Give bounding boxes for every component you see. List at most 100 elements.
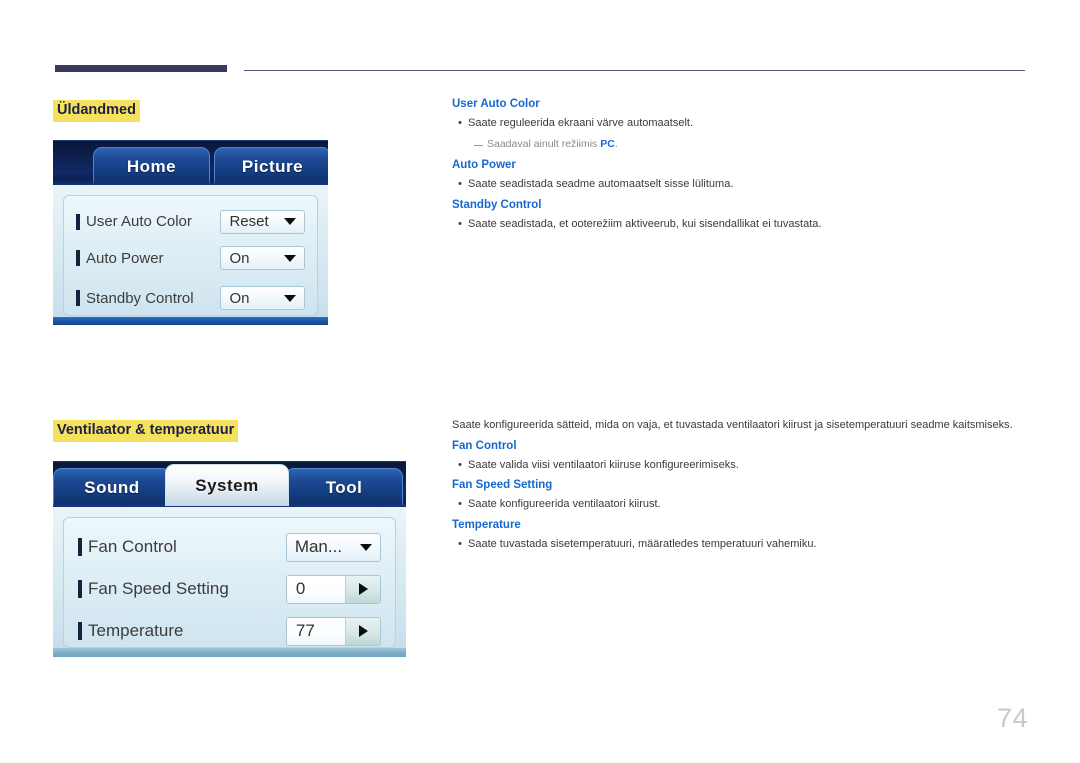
osd-screenshot-general: Home Picture User Auto Color Reset Auto …: [53, 140, 328, 325]
chevron-down-icon: [284, 218, 296, 225]
osd-row-label: User Auto Color: [76, 213, 220, 230]
osd-tab-picture[interactable]: Picture: [214, 147, 328, 185]
bullet-icon: •: [458, 217, 462, 230]
osd-body: User Auto Color Reset Auto Power On Stan…: [53, 185, 328, 325]
osd-combo-user-auto-color[interactable]: Reset: [220, 209, 305, 234]
desc-body-text: Saate valida viisi ventilaatori kiiruse …: [468, 458, 739, 471]
desc-body-temperature: • Saate tuvastada sisetemperatuuri, määr…: [452, 537, 1027, 552]
bullet-icon: •: [458, 178, 462, 191]
osd-tab-system[interactable]: System: [165, 464, 289, 506]
osd-footer-bar: [53, 317, 328, 325]
osd-row-marker-icon: [76, 213, 80, 230]
page-number: 74: [996, 703, 1028, 733]
osd-row-marker-icon: [78, 580, 82, 598]
bullet-icon: •: [458, 116, 462, 129]
chevron-down-icon: [284, 254, 296, 262]
desc-body-fan-speed-setting: • Saate konfigureerida ventilaatori kiir…: [452, 497, 1027, 512]
page-header-rule: [0, 0, 1080, 80]
desc-body-text: Saate seadistada seadme automaatselt sis…: [468, 178, 734, 191]
osd-combo-value: On: [229, 289, 250, 307]
desc-note-bold: PC: [600, 137, 615, 150]
desc-heading-fan-speed-setting: Fan Speed Setting: [452, 479, 553, 492]
osd-tab-tool[interactable]: Tool: [285, 468, 403, 506]
osd-row-label: Auto Power: [76, 250, 220, 267]
osd-tabbar: Sound System Tool: [53, 461, 406, 507]
osd-tab-system-label: System: [195, 475, 259, 495]
osd-row-fan-speed-setting[interactable]: Fan Speed Setting 0: [78, 568, 381, 610]
dash-icon: [474, 144, 483, 146]
osd-row-label-text: Fan Speed Setting: [88, 579, 229, 598]
osd-menu-list: Fan Control Man... Fan Speed Setting 0 T…: [63, 517, 396, 648]
desc-note-user-auto-color: Saadaval ainult režiimis PC.: [474, 138, 1027, 152]
osd-row-label: Standby Control: [76, 290, 220, 307]
osd-row-auto-power[interactable]: Auto Power On: [76, 238, 305, 278]
osd-combo-standby-control[interactable]: On: [220, 286, 305, 310]
osd-row-label-text: Temperature: [88, 621, 184, 640]
description-column-fan-temperature: Saate konfigureerida sätteid, mida on va…: [452, 418, 1027, 559]
desc-heading-fan-control: Fan Control: [452, 439, 517, 452]
desc-note-prefix: Saadaval ainult režiimis: [487, 137, 601, 150]
desc-body-user-auto-color: • Saate reguleerida ekraani värve automa…: [452, 116, 1027, 131]
osd-row-label: Temperature: [78, 621, 286, 641]
header-rule-thick-bar: [55, 65, 227, 72]
desc-body-text: Saate konfigureerida ventilaatori kiirus…: [468, 498, 661, 511]
osd-row-label: Fan Control: [78, 537, 286, 557]
osd-tab-picture-label: Picture: [241, 156, 304, 176]
osd-row-marker-icon: [78, 538, 82, 556]
desc-heading-user-auto-color: User Auto Color: [452, 98, 540, 110]
stepper-right-arrow-icon[interactable]: [345, 617, 380, 645]
osd-row-temperature[interactable]: Temperature 77: [78, 610, 381, 652]
osd-tabbar: Home Picture: [53, 140, 328, 185]
osd-tab-sound-label: Sound: [84, 477, 140, 497]
desc-body-text: Saate tuvastada sisetemperatuuri, määrat…: [468, 537, 817, 550]
osd-footer-bar: [53, 648, 406, 657]
osd-tab-home-label: Home: [126, 156, 177, 176]
osd-tab-sound[interactable]: Sound: [53, 468, 171, 506]
osd-combo-auto-power[interactable]: On: [220, 246, 305, 270]
osd-combo-value: On: [229, 249, 250, 267]
desc-body-fan-control: • Saate valida viisi ventilaatori kiirus…: [452, 458, 1027, 473]
osd-row-user-auto-color[interactable]: User Auto Color Reset: [76, 205, 305, 238]
stepper-right-arrow-icon[interactable]: [345, 575, 380, 603]
description-column-general: User Auto Color • Saate reguleerida ekra…: [452, 98, 1027, 239]
osd-row-label-text: Standby Control: [86, 289, 194, 307]
desc-heading-temperature: Temperature: [452, 519, 521, 532]
section-heading-general: Üldandmed: [53, 100, 140, 122]
osd-stepper-temperature[interactable]: 77: [285, 616, 381, 646]
osd-row-standby-control[interactable]: Standby Control On: [76, 278, 305, 318]
desc-body-text: Saate seadistada, et ooterežiim aktiveer…: [468, 217, 822, 230]
osd-row-label-text: Fan Control: [88, 537, 177, 556]
desc-body-standby-control: • Saate seadistada, et ooterežiim aktive…: [452, 217, 1027, 232]
chevron-down-icon: [360, 543, 372, 551]
bullet-icon: •: [458, 498, 462, 511]
osd-row-label: Fan Speed Setting: [78, 579, 286, 599]
osd-stepper-value: 0: [286, 575, 345, 603]
osd-screenshot-fan-temperature: Sound System Tool Fan Control Man... Fan…: [53, 461, 406, 657]
desc-heading-auto-power: Auto Power: [452, 159, 516, 172]
osd-row-marker-icon: [76, 290, 80, 306]
osd-stepper-value: 77: [286, 617, 345, 645]
osd-combo-fan-control[interactable]: Man...: [285, 532, 381, 562]
osd-combo-value: Reset: [229, 213, 269, 230]
desc-note-suffix: .: [614, 137, 618, 150]
osd-body: Fan Control Man... Fan Speed Setting 0 T…: [53, 507, 406, 657]
osd-row-marker-icon: [78, 622, 82, 640]
osd-stepper-fan-speed-setting[interactable]: 0: [285, 574, 381, 604]
section-heading-fan-temperature: Ventilaator & temperatuur: [53, 420, 239, 442]
osd-combo-value: Man...: [294, 537, 343, 556]
osd-menu-list: User Auto Color Reset Auto Power On Stan…: [63, 195, 318, 316]
osd-row-marker-icon: [76, 250, 80, 266]
osd-row-label-text: Auto Power: [86, 249, 164, 267]
osd-tab-home[interactable]: Home: [93, 147, 210, 185]
header-rule-thin-line: [244, 70, 1025, 71]
desc-intro-fan-temperature: Saate konfigureerida sätteid, mida on va…: [452, 419, 1013, 431]
osd-row-label-text: User Auto Color: [86, 213, 192, 230]
desc-heading-standby-control: Standby Control: [452, 198, 542, 211]
desc-body-text: Saate reguleerida ekraani värve automaat…: [468, 116, 694, 129]
osd-row-fan-control[interactable]: Fan Control Man...: [78, 526, 381, 568]
desc-body-auto-power: • Saate seadistada seadme automaatselt s…: [452, 177, 1027, 192]
bullet-icon: •: [458, 537, 462, 550]
bullet-icon: •: [458, 458, 462, 471]
osd-tab-tool-label: Tool: [325, 477, 363, 497]
chevron-down-icon: [284, 294, 296, 302]
